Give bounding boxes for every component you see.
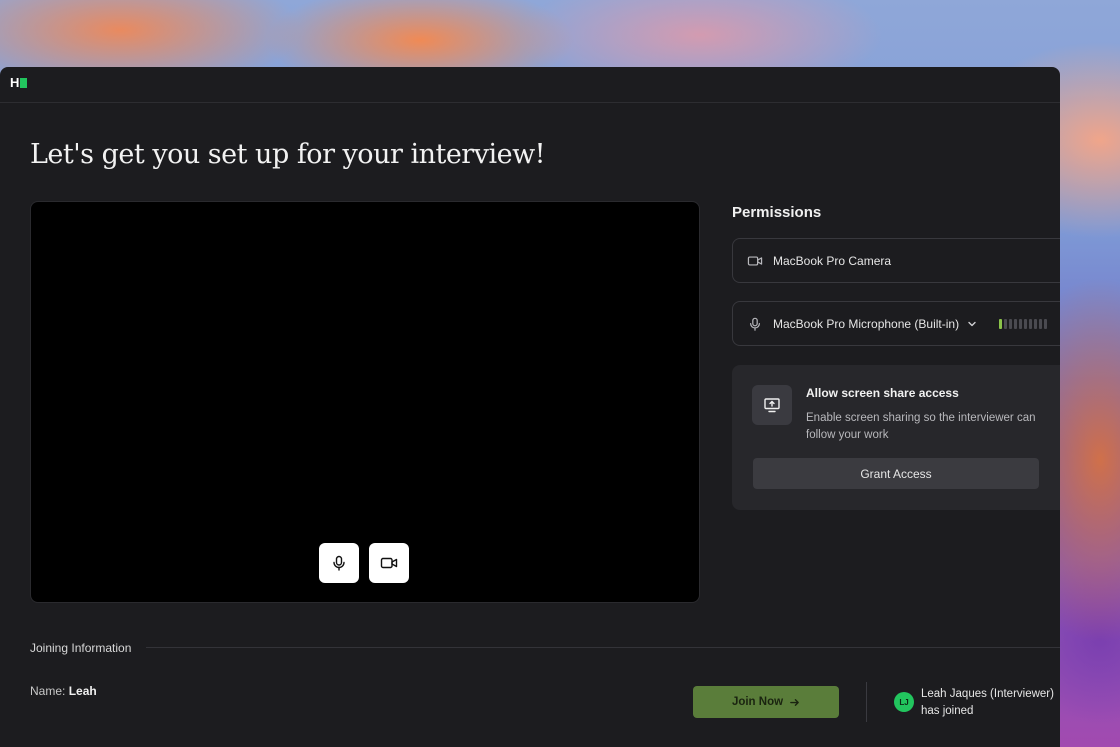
grant-access-button[interactable]: Grant Access — [753, 458, 1039, 489]
meter-segment — [1039, 318, 1042, 329]
microphone-select[interactable]: MacBook Pro Microphone (Built-in) — [732, 301, 1060, 346]
video-camera-icon — [380, 557, 398, 569]
meter-segment — [1004, 318, 1007, 329]
screen-share-icon — [752, 385, 792, 425]
meter-segment — [1044, 318, 1047, 329]
microphone-level-meter — [999, 318, 1047, 329]
microphone-icon — [333, 555, 345, 571]
camera-label: MacBook Pro Camera — [773, 253, 892, 268]
screen-share-card: Allow screen share access Enable screen … — [732, 365, 1060, 510]
mic-toggle-button[interactable] — [319, 543, 359, 583]
microphone-label: MacBook Pro Microphone (Built-in) — [773, 316, 960, 331]
logo-letter: H — [10, 75, 20, 90]
name-label: Name: — [30, 684, 66, 698]
join-now-button[interactable]: Join Now — [693, 686, 839, 718]
joining-information-label: Joining Information — [30, 641, 132, 655]
name-row: Name: Leah — [30, 684, 97, 698]
participant-name: Leah Jaques (Interviewer) — [921, 688, 1054, 700]
page-title: Let's get you set up for your interview! — [30, 139, 546, 170]
participant-status: Leah Jaques (Interviewer) has joined — [921, 686, 1054, 720]
chevron-down-icon[interactable] — [967, 319, 977, 329]
name-value: Leah — [68, 684, 97, 698]
avatar: LJ — [894, 692, 914, 712]
meter-segment — [1024, 318, 1027, 329]
meter-segment — [1019, 318, 1022, 329]
video-camera-icon — [747, 253, 763, 269]
app-window: H Let's get you set up for your intervie… — [0, 67, 1060, 747]
camera-select[interactable]: MacBook Pro Camera — [732, 238, 1060, 283]
section-divider — [146, 647, 1060, 648]
meter-segment — [1009, 318, 1012, 329]
top-bar: H — [0, 67, 1060, 103]
participant-joined-text: has joined — [921, 705, 974, 717]
vertical-divider — [866, 682, 867, 722]
join-now-label: Join Now — [731, 696, 784, 708]
meter-segment — [999, 318, 1002, 329]
logo-square — [20, 77, 28, 88]
camera-toggle-button[interactable] — [369, 543, 409, 583]
arrow-right-icon — [790, 698, 799, 706]
screen-share-title: Allow screen share access — [806, 386, 959, 400]
app-logo[interactable]: H — [10, 75, 28, 90]
meter-segment — [1014, 318, 1017, 329]
meter-segment — [1029, 318, 1032, 329]
screen-share-description: Enable screen sharing so the interviewer… — [806, 412, 1036, 441]
video-preview — [30, 201, 700, 603]
microphone-icon — [747, 316, 763, 332]
meter-segment — [1034, 318, 1037, 329]
permissions-title: Permissions — [732, 204, 822, 221]
